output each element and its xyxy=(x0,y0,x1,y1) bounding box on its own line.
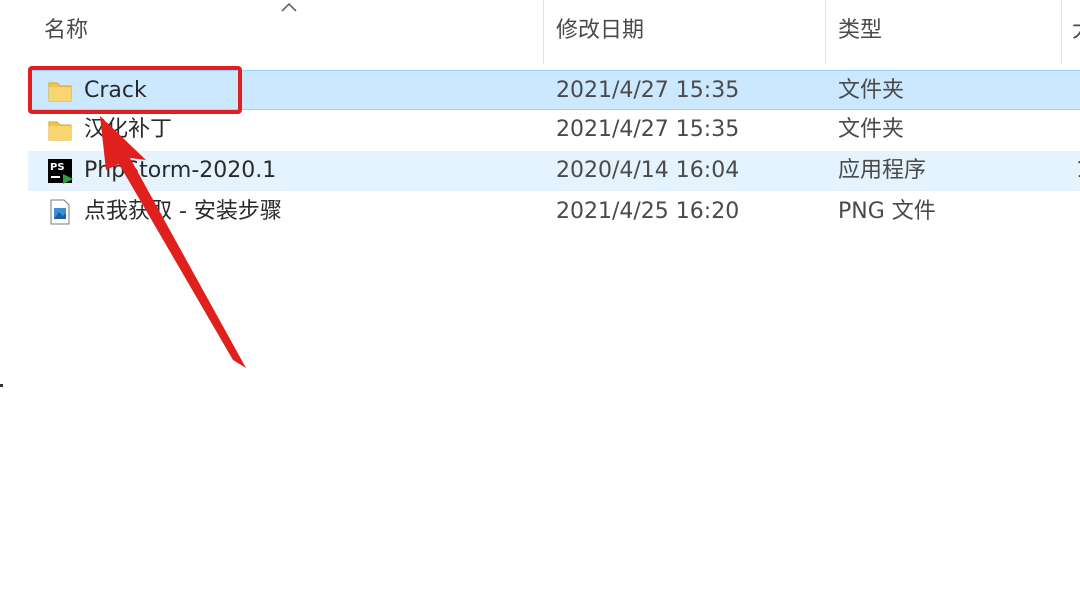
annotation-arrow-icon xyxy=(100,116,246,368)
decorative-dot xyxy=(0,384,3,387)
